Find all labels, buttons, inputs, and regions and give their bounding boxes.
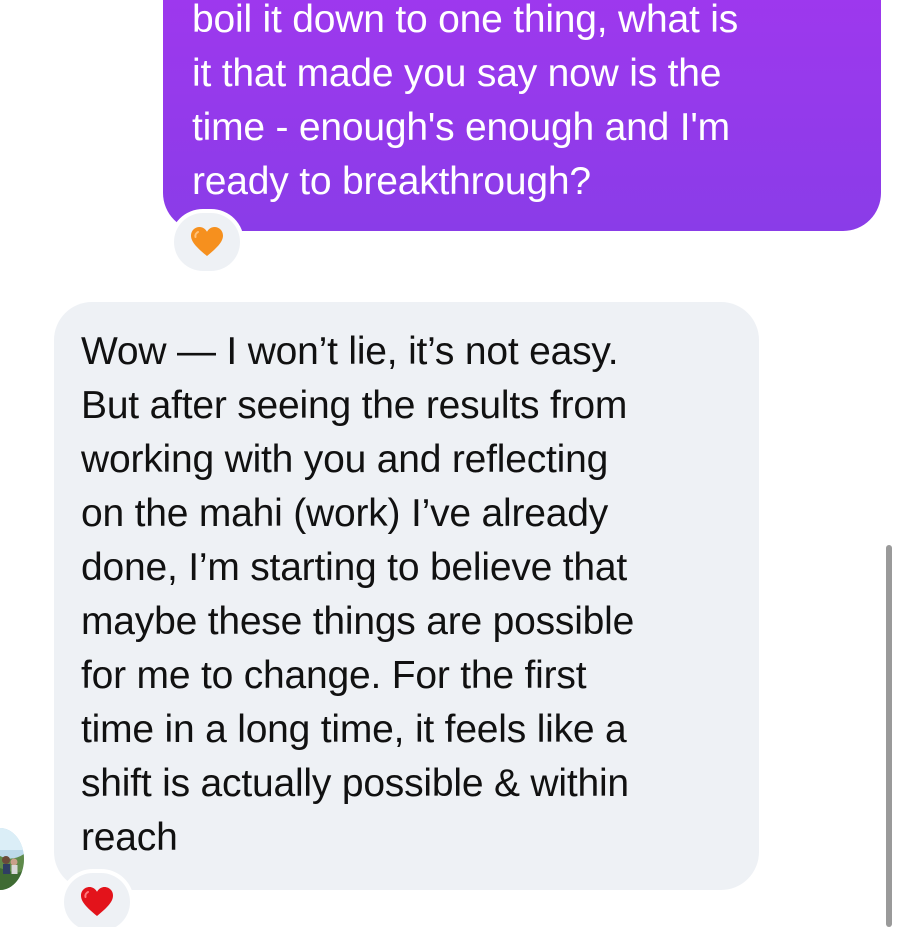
scrollbar[interactable]: [886, 545, 892, 927]
orange-heart-icon: [191, 227, 223, 256]
received-message-bubble[interactable]: Wow — I won’t lie, it’s not easy. But af…: [54, 302, 759, 890]
sent-message-bubble[interactable]: boil it down to one thing, what is it th…: [163, 0, 881, 231]
message-reaction[interactable]: [64, 873, 130, 927]
message-reaction[interactable]: [174, 213, 240, 271]
avatar-photo: [0, 828, 24, 890]
message-thread: boil it down to one thing, what is it th…: [0, 0, 900, 927]
red-heart-icon: [81, 887, 113, 916]
contact-avatar[interactable]: [0, 828, 24, 890]
